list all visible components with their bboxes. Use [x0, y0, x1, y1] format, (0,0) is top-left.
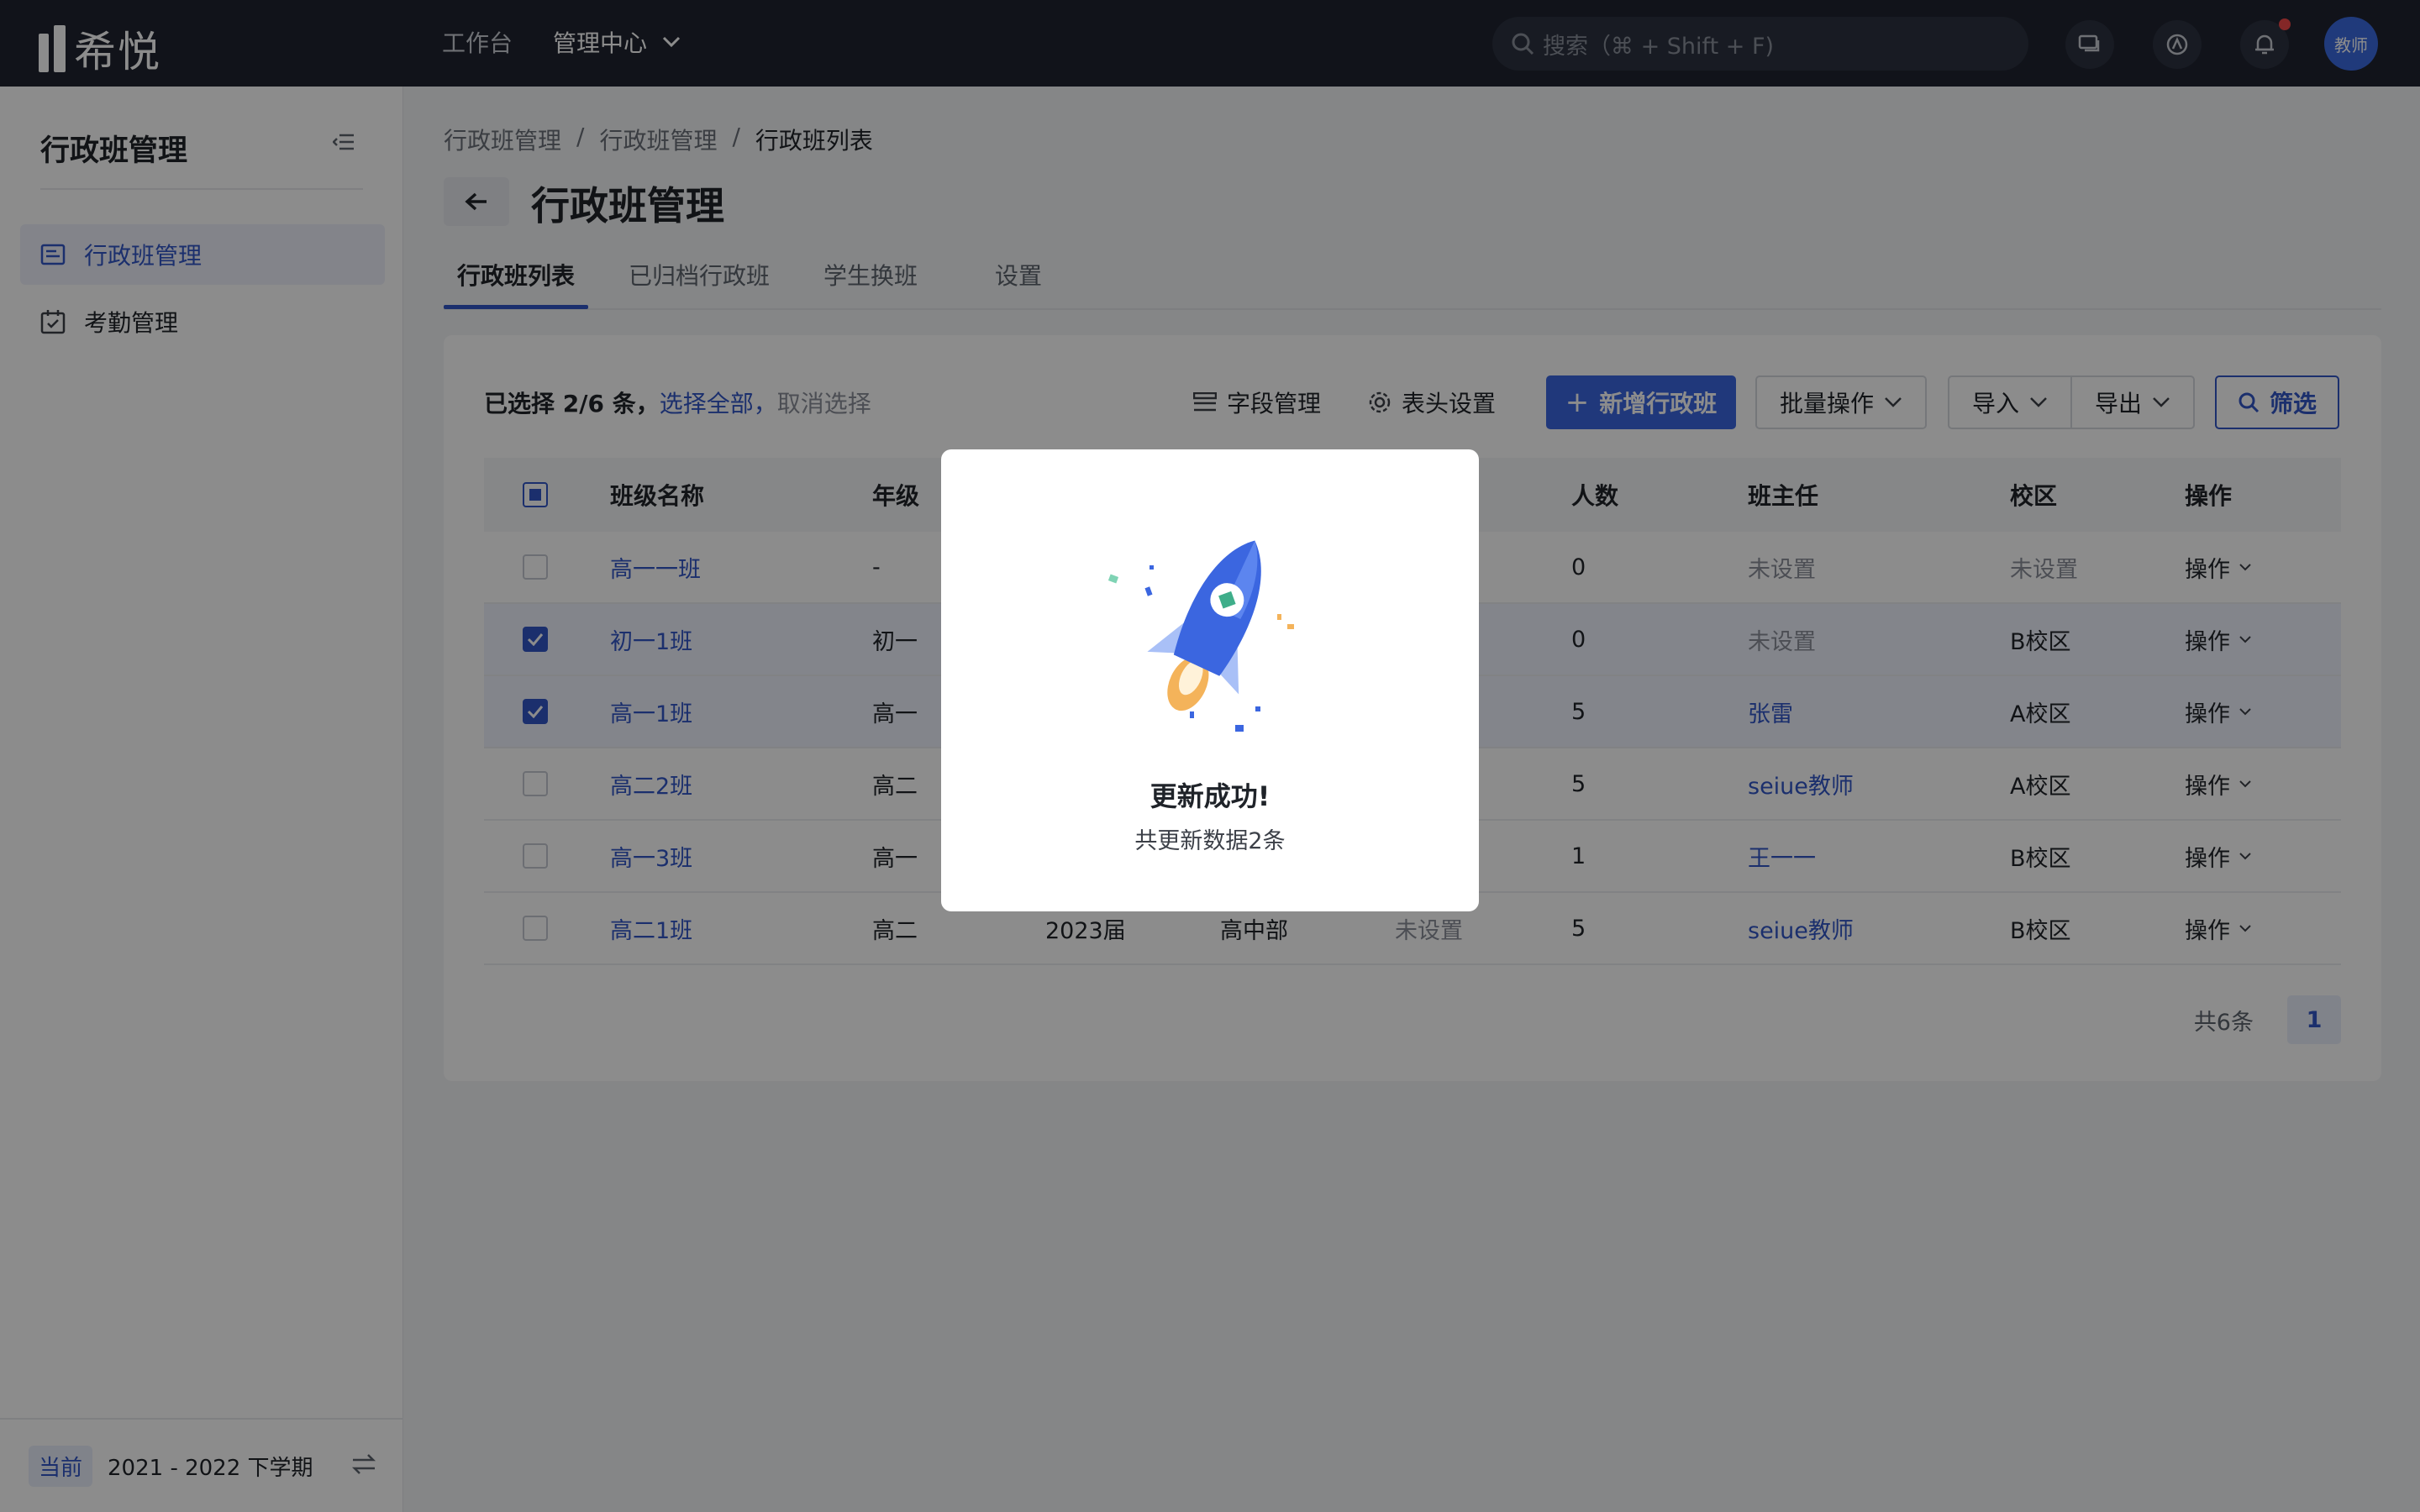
- success-modal: 更新成功! 共更新数据2条: [941, 449, 1479, 911]
- rocket-icon: [1107, 540, 1294, 732]
- modal-title: 更新成功!: [1150, 780, 1270, 812]
- modal-message: 共更新数据2条: [1134, 828, 1286, 854]
